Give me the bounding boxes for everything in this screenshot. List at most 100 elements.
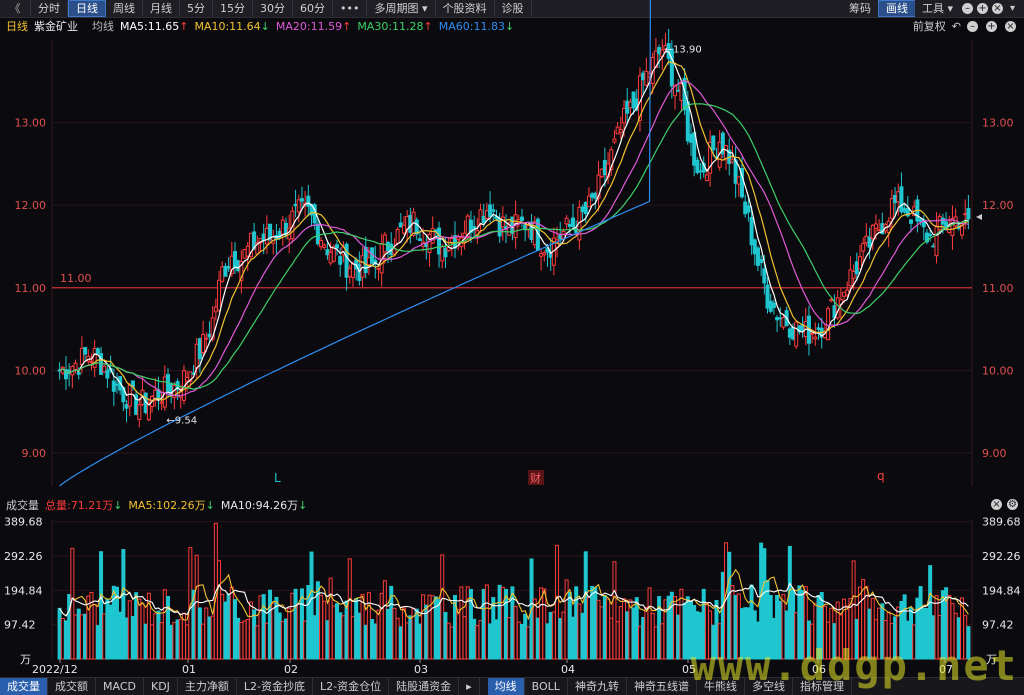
- close-volume-icon[interactable]: ×: [991, 499, 1002, 510]
- indicator-tab-7[interactable]: 陆股通资金: [389, 678, 460, 695]
- candle: [730, 159, 735, 163]
- volume-bar: [899, 600, 904, 660]
- vol-tick-left: 389.68: [4, 516, 43, 529]
- vol-tick-right: 292.26: [982, 550, 1021, 563]
- volume-bar: [401, 607, 406, 660]
- volume-bar: [481, 588, 486, 660]
- candle: [775, 317, 780, 321]
- kline-chart[interactable]: 13.00 13.00 12.00 12.00 11.00 11.00 10.00 10.00…: [0, 0, 1024, 496]
- candle: [488, 204, 493, 217]
- overlay-tab-2[interactable]: 神奇九转: [568, 678, 627, 695]
- volume-bar: [953, 612, 958, 660]
- volume-bar: [743, 607, 748, 660]
- candle: [813, 336, 818, 340]
- volume-bar: [880, 603, 885, 660]
- volume-bar: [877, 607, 882, 660]
- indicator-tab-2[interactable]: MACD: [96, 678, 144, 695]
- indicator-tab-8[interactable]: ▸: [459, 678, 480, 695]
- volume-bar: [558, 618, 563, 660]
- volume-bar: [519, 623, 524, 660]
- volume-bar: [905, 620, 910, 660]
- volume-bar: [956, 617, 961, 660]
- indicator-tab-5[interactable]: L2-资金抄底: [237, 678, 314, 695]
- volume-bar: [893, 616, 898, 660]
- overlay-tab-5[interactable]: 多空线: [745, 678, 793, 695]
- date-label: 03: [414, 663, 428, 676]
- volume-bar: [331, 605, 336, 660]
- candle: [322, 244, 327, 248]
- volume-bar: [105, 598, 110, 660]
- candle: [443, 247, 448, 258]
- volume-bar: [287, 607, 292, 660]
- volume-bar: [924, 607, 929, 660]
- candle: [704, 174, 709, 182]
- volume-bar: [162, 589, 167, 660]
- marker-q: q: [877, 469, 885, 483]
- volume-bar: [376, 609, 381, 660]
- candle: [861, 243, 866, 252]
- volume-bar: [373, 623, 378, 660]
- candle: [315, 223, 320, 245]
- volume-bar: [201, 623, 206, 660]
- overlay-tab-1[interactable]: BOLL: [525, 678, 568, 695]
- volume-bar: [542, 588, 547, 660]
- volume-bar: [350, 616, 355, 660]
- candle: [325, 249, 330, 256]
- candle: [612, 138, 617, 143]
- date-label: 06: [812, 663, 826, 676]
- price-tick-left: 10.00: [15, 364, 47, 377]
- indicator-tab-0[interactable]: 成交量: [0, 678, 48, 695]
- indicator-tab-4[interactable]: 主力净额: [178, 678, 237, 695]
- indicator-tab-6[interactable]: L2-资金仓位: [313, 678, 390, 695]
- candle: [845, 289, 850, 296]
- overlay-tab-3[interactable]: 神奇五线谱: [627, 678, 697, 695]
- volume-bar: [472, 618, 477, 660]
- date-label: 01: [182, 663, 196, 676]
- volume-bar: [494, 619, 499, 660]
- overlay-tab-4[interactable]: 牛熊线: [697, 678, 745, 695]
- candle: [395, 228, 400, 244]
- candle: [83, 347, 88, 355]
- volume-bar: [204, 607, 209, 660]
- candle: [319, 240, 324, 248]
- volume-bar: [277, 612, 282, 660]
- volume-chart[interactable]: 389.68 389.68 292.26 292.26 194.84 194.84 97.4…: [0, 513, 1024, 677]
- volume-bar: [886, 611, 891, 660]
- volume-bar: [730, 585, 735, 660]
- candle: [771, 302, 776, 308]
- date-label: 02: [284, 663, 298, 676]
- candle: [867, 236, 872, 248]
- candle: [567, 224, 572, 227]
- overlay-tab-0[interactable]: 均线: [487, 678, 525, 695]
- overlay-tab-6[interactable]: 指标管理: [793, 678, 852, 695]
- volume-bar: [532, 598, 537, 660]
- candle: [376, 267, 381, 270]
- volume-bar: [430, 595, 435, 660]
- volume-bar: [178, 618, 183, 660]
- volume-bar: [688, 600, 693, 660]
- volume-bar: [631, 607, 636, 660]
- volume-bar: [889, 623, 894, 660]
- volume-bar: [800, 589, 805, 660]
- candle: [296, 199, 301, 213]
- volume-bar: [258, 595, 263, 660]
- candle: [137, 404, 142, 420]
- volume-bar: [360, 593, 365, 660]
- candle: [102, 365, 107, 373]
- volume-bar: [590, 585, 595, 660]
- vol-tick-right: 194.84: [982, 584, 1021, 597]
- volume-bar: [137, 598, 142, 660]
- vol-unit-right: 万: [986, 653, 997, 666]
- volume-bar: [63, 620, 68, 660]
- volume-bar: [695, 611, 700, 660]
- candle: [889, 198, 894, 219]
- settings-volume-icon[interactable]: ⚙: [1007, 499, 1018, 510]
- volume-bar: [717, 623, 722, 660]
- indicator-tab-3[interactable]: KDJ: [144, 678, 178, 695]
- indicator-tab-1[interactable]: 成交额: [48, 678, 96, 695]
- volume-bar: [156, 610, 161, 660]
- volume-bar: [153, 613, 158, 660]
- candle: [519, 216, 524, 221]
- volume-bar: [293, 588, 298, 660]
- candle: [854, 261, 859, 275]
